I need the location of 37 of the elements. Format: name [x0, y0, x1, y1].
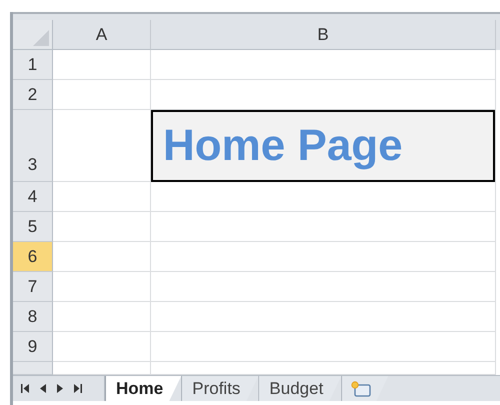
table-cell[interactable]	[53, 50, 151, 80]
sheet-tab[interactable]: Profits	[181, 376, 258, 401]
sheet-tab[interactable]: Home	[105, 376, 182, 401]
table-cell[interactable]	[53, 332, 151, 362]
table-cell[interactable]	[151, 302, 496, 332]
previous-sheet-icon[interactable]	[40, 384, 46, 393]
table-cell[interactable]	[53, 212, 151, 242]
table-cell[interactable]	[53, 242, 151, 272]
table-cell[interactable]	[151, 212, 496, 242]
table-cell[interactable]	[53, 302, 151, 332]
last-sheet-icon[interactable]	[74, 384, 82, 393]
first-sheet-icon[interactable]	[21, 384, 29, 393]
table-cell[interactable]	[151, 332, 496, 362]
next-sheet-icon[interactable]	[57, 384, 63, 393]
sheet-tab[interactable]: Budget	[258, 376, 342, 401]
table-cell[interactable]	[151, 272, 496, 302]
table-cell[interactable]	[151, 182, 496, 212]
table-cell[interactable]	[151, 50, 496, 80]
row-header[interactable]: 5	[13, 212, 53, 242]
row-header[interactable]: 2	[13, 80, 53, 110]
row-header[interactable]: 4	[13, 182, 53, 212]
row-header[interactable]: 7	[13, 272, 53, 302]
row-header[interactable]: 1	[13, 50, 53, 80]
table-cell[interactable]	[53, 182, 151, 212]
column-header[interactable]: A	[53, 20, 151, 50]
row-header[interactable]: 6	[13, 242, 53, 272]
select-all-icon[interactable]	[33, 30, 49, 46]
row-header[interactable]: 8	[13, 302, 53, 332]
table-cell[interactable]	[151, 242, 496, 272]
table-cell[interactable]	[53, 80, 151, 110]
title-cell: Home Page	[151, 110, 495, 182]
column-header[interactable]: B	[151, 20, 496, 50]
new-sheet-icon[interactable]	[350, 380, 372, 398]
row-header[interactable]: 3	[13, 110, 53, 182]
table-cell[interactable]	[53, 272, 151, 302]
row-header[interactable]	[13, 362, 53, 375]
row-header[interactable]: 9	[13, 332, 53, 362]
